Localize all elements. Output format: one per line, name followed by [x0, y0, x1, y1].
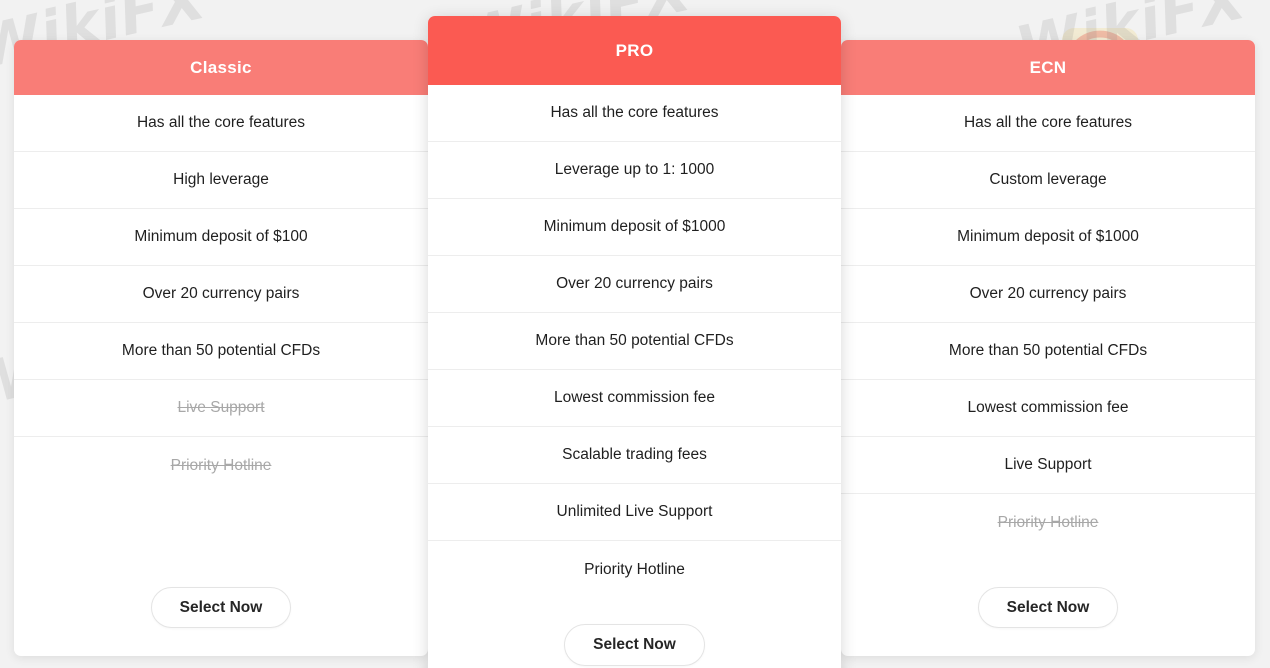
feature-row: Has all the core features — [428, 85, 841, 142]
feature-row: More than 50 potential CFDs — [841, 323, 1255, 380]
feature-row: Minimum deposit of $100 — [14, 209, 428, 266]
feature-row: Has all the core features — [14, 95, 428, 152]
feature-row: Lowest commission fee — [428, 370, 841, 427]
pricing-card-classic: Classic Has all the core features High le… — [14, 40, 428, 656]
select-now-button-classic[interactable]: Select Now — [150, 586, 292, 628]
feature-row: More than 50 potential CFDs — [14, 323, 428, 380]
feature-label: Priority Hotline — [997, 513, 1099, 531]
feature-row: Live Support — [841, 437, 1255, 494]
feature-row-unavailable: Live Support — [14, 380, 428, 437]
feature-row: Minimum deposit of $1000 — [841, 209, 1255, 266]
feature-label: Priority Hotline — [584, 560, 685, 578]
plan-title-classic: Classic — [14, 40, 428, 95]
feature-row: High leverage — [14, 152, 428, 209]
pricing-plan-group: Classic Has all the core features High le… — [0, 0, 1270, 668]
feature-row: More than 50 potential CFDs — [428, 313, 841, 370]
feature-label: Unlimited Live Support — [556, 503, 713, 520]
feature-list-ecn: Has all the core features Custom leverage… — [841, 95, 1255, 565]
feature-label: Priority Hotline — [170, 456, 272, 474]
feature-row: Over 20 currency pairs — [428, 256, 841, 313]
select-now-button-pro[interactable]: Select Now — [564, 624, 705, 666]
feature-row: Over 20 currency pairs — [14, 266, 428, 323]
feature-row: Lowest commission fee — [841, 380, 1255, 437]
feature-list-classic: Has all the core features High leverage Mi… — [14, 95, 428, 565]
feature-label: Leverage up to 1: 1000 — [554, 161, 715, 178]
feature-label: Has all the core features — [550, 104, 719, 121]
feature-label: Scalable trading fees — [562, 446, 707, 463]
plan-title-pro: PRO — [428, 16, 841, 85]
feature-row: Unlimited Live Support — [428, 484, 841, 541]
feature-list-spacer — [14, 494, 428, 565]
feature-row: Has all the core features — [841, 95, 1255, 152]
cta-container-classic: Select Now — [14, 565, 428, 657]
feature-label: Over 20 currency pairs — [142, 285, 300, 302]
pricing-card-ecn: ECN Has all the core features Custom leve… — [841, 40, 1255, 656]
feature-row: Scalable trading fees — [428, 427, 841, 484]
feature-label: More than 50 potential CFDs — [948, 342, 1148, 359]
feature-row-unavailable: Priority Hotline — [14, 437, 428, 494]
feature-label: High leverage — [173, 171, 269, 188]
feature-label: Minimum deposit of $100 — [134, 228, 308, 245]
feature-label: More than 50 potential CFDs — [121, 342, 321, 359]
cta-container-pro: Select Now — [428, 598, 841, 668]
feature-list-pro: Has all the core features Leverage up to … — [428, 85, 841, 598]
select-now-button-ecn[interactable]: Select Now — [977, 586, 1119, 628]
feature-label: Live Support — [1004, 456, 1092, 473]
feature-row: Minimum deposit of $1000 — [428, 199, 841, 256]
feature-label: Lowest commission fee — [553, 389, 716, 406]
feature-label: Over 20 currency pairs — [969, 285, 1127, 302]
feature-row: Over 20 currency pairs — [841, 266, 1255, 323]
cta-container-ecn: Select Now — [841, 565, 1255, 657]
feature-label: Has all the core features — [963, 114, 1132, 131]
feature-label: Minimum deposit of $1000 — [957, 228, 1139, 245]
feature-label: Over 20 currency pairs — [556, 275, 713, 292]
feature-label: Minimum deposit of $1000 — [543, 218, 726, 235]
feature-row-unavailable: Priority Hotline — [841, 494, 1255, 551]
feature-label: Custom leverage — [989, 171, 1107, 188]
plan-title-ecn: ECN — [841, 40, 1255, 95]
feature-label: Lowest commission fee — [967, 399, 1129, 416]
feature-label: Live Support — [177, 399, 265, 416]
feature-row: Leverage up to 1: 1000 — [428, 142, 841, 199]
pricing-card-pro: PRO Has all the core features Leverage up… — [428, 16, 841, 668]
feature-label: Has all the core features — [136, 114, 305, 131]
feature-list-spacer — [841, 551, 1255, 565]
feature-row: Custom leverage — [841, 152, 1255, 209]
feature-label: More than 50 potential CFDs — [535, 332, 734, 349]
feature-row: Priority Hotline — [428, 541, 841, 598]
